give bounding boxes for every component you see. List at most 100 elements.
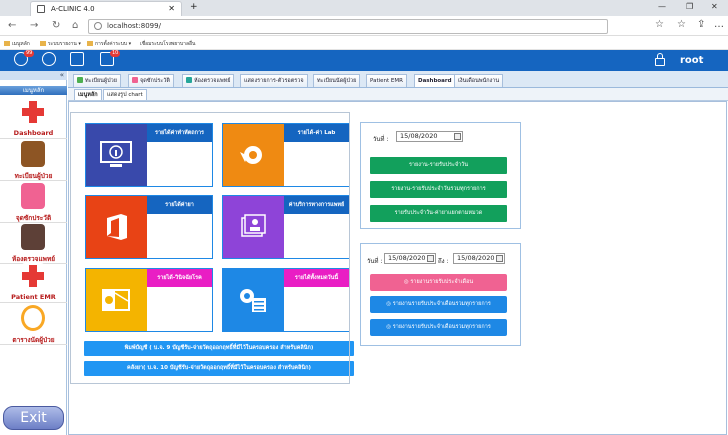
subtab-chart[interactable]: แสดงรูป chart — [103, 89, 147, 100]
nurse-icon — [132, 77, 138, 83]
exit-button[interactable]: Exit — [3, 406, 64, 430]
broadcast-icon[interactable] — [42, 52, 56, 66]
income-card[interactable]: รายได้ค่ายา — [85, 195, 213, 259]
income-card[interactable]: รายได้ทั้งหมดวันนี้ — [222, 268, 350, 332]
sidebar-item-label: ทะเบียนผู้ป่วย — [14, 172, 53, 180]
tab-patient-emr[interactable]: Patient EMR — [366, 74, 407, 87]
sidebar-item-dashboard[interactable]: Dashboard — [0, 97, 67, 139]
date-from-input[interactable]: 15/08/2020 — [384, 253, 436, 264]
tab-dashboard[interactable]: Dashboard — [414, 74, 456, 87]
url-text: localhost:8099/ — [107, 22, 161, 30]
calendar-icon[interactable] — [454, 133, 461, 140]
tab-doctor-room[interactable]: ห้องตรวจแพทย์ — [182, 74, 235, 87]
tab-title: A-CLINIC 4.0 — [51, 5, 95, 13]
avast-icon — [223, 124, 284, 186]
card-title: รายได้-วินิจฉัยโรค — [147, 269, 212, 287]
income-card[interactable]: รายได้-วินิจฉัยโรค — [85, 268, 213, 332]
sidebar-item-doctor-room[interactable]: ห้องตรวจแพทย์ — [0, 222, 67, 264]
sidebar-menu-title: เมนูหลัก — [0, 86, 67, 95]
monthly-income-all-report-button-2[interactable]: ◎ รายงานรายรับประจำเดือนรวมทุกรายการ — [370, 319, 507, 336]
date-to-label: ถึง : — [438, 258, 449, 265]
folder-icon — [4, 41, 10, 46]
sidebar-top: « — [0, 71, 67, 80]
mail-badge: 10 — [110, 50, 121, 57]
income-card[interactable]: รายได้-ค่า Lab — [222, 123, 350, 187]
favorites-icon[interactable]: ☆ — [677, 19, 686, 30]
maximize-icon[interactable]: ❐ — [686, 2, 693, 11]
register-icon — [77, 77, 83, 83]
contacts-icon — [223, 196, 284, 258]
card-title: รายได้ค่ายา — [147, 196, 212, 214]
doctor-icon — [186, 77, 192, 83]
calendar-icon[interactable] — [496, 255, 503, 262]
folder-icon — [87, 41, 93, 46]
office-icon — [86, 196, 147, 258]
page-icon — [37, 5, 45, 13]
outlook-icon — [86, 269, 147, 331]
share-icon[interactable]: ⇪ — [697, 19, 705, 30]
favorite-star-icon[interactable]: ☆ — [655, 19, 664, 30]
date-to-input[interactable]: 15/08/2020 — [453, 253, 505, 264]
back-icon[interactable]: ← — [8, 20, 16, 31]
id-card-icon[interactable] — [70, 52, 84, 66]
calendar-icon[interactable] — [427, 255, 434, 262]
bookmark-item[interactable]: เชื่อมระบบโรงพยาบาลอื่น — [140, 40, 195, 48]
settings-list-icon — [223, 269, 284, 331]
date-from-label: วันที่ : — [367, 258, 383, 265]
income-card[interactable]: ค่าบริการทางการแพทย์ — [222, 195, 350, 259]
subtab-main-menu[interactable]: เมนูหลัก — [74, 89, 102, 100]
forward-icon[interactable]: → — [30, 20, 38, 31]
more-icon[interactable]: … — [714, 19, 724, 30]
physician-icon — [21, 224, 45, 250]
info-monitor-icon — [86, 124, 147, 186]
card-title: รายได้ค่าทำหัตถการ — [147, 124, 212, 142]
daily-date-input[interactable]: 15/08/2020 — [396, 131, 463, 142]
sidebar-item-label: Patient EMR — [11, 293, 56, 301]
medical-cross-icon — [21, 99, 45, 125]
sidebar-item-patient-emr[interactable]: Patient EMR — [0, 261, 67, 303]
print-bj9-button[interactable]: พิมพ์บัญชี ( บ.จ. 9 บัญชีรับ-จ่ายวัตถุออ… — [84, 341, 354, 356]
close-window-icon[interactable]: ✕ — [711, 2, 718, 11]
income-card[interactable]: รายได้ค่าทำหัตถการ — [85, 123, 213, 187]
daily-drug-category-report-button[interactable]: รายรับประจำวัน-ค่ายาแยกตามหมวด — [370, 205, 507, 222]
tab-history[interactable]: จุดซักประวัติ — [128, 74, 174, 87]
sidebar-item-appointments[interactable]: ตารางนัดผู้ป่วย — [0, 303, 67, 345]
lock-icon[interactable] — [655, 53, 665, 66]
sub-tabs — [68, 88, 728, 101]
refresh-icon[interactable]: ↻ — [52, 20, 60, 31]
tab-waiting-list[interactable]: แสดงรายการ-ตัวรอตรวจ — [240, 74, 308, 87]
sidebar-item-patient-register[interactable]: ทะเบียนผู้ป่วย — [0, 139, 67, 181]
daily-income-report-button[interactable]: รายงาน-รายรับประจำวัน — [370, 157, 507, 174]
bj10-stock-button[interactable]: คลังยา( บ.จ. 10 บัญชีรับ-จ่ายวัตถุออกฤทธ… — [84, 361, 354, 376]
tab-salary[interactable]: เงินเดือนพนักงาน — [454, 74, 504, 87]
nurse-icon — [21, 183, 45, 209]
folder-icon — [40, 41, 46, 46]
sidebar-item-label: ตารางนัดผู้ป่วย — [12, 336, 55, 344]
card-title: ค่าบริการทางการแพทย์ — [284, 196, 349, 214]
tab-patient-register[interactable]: ทะเบียนผู้ป่วย — [73, 74, 121, 87]
username[interactable]: root — [680, 55, 703, 66]
notification-badge: 99 — [24, 50, 35, 57]
minimize-icon[interactable]: — — [658, 2, 666, 11]
clock-icon — [21, 305, 45, 331]
monthly-income-all-report-button[interactable]: ◎ รายงานรายรับประจำเดือนรวมทุกรายการ — [370, 296, 507, 313]
browser-tab[interactable]: A-CLINIC 4.0 ✕ — [30, 1, 182, 16]
date-label: วันที่ : — [373, 136, 389, 143]
close-tab-icon[interactable]: ✕ — [168, 4, 175, 13]
url-bar[interactable]: localhost:8099/ — [88, 19, 608, 34]
home-icon[interactable]: ⌂ — [72, 20, 78, 31]
bookmark-item[interactable]: ระบบรายงาน ▾ — [40, 40, 81, 48]
card-title: รายได้ทั้งหมดวันนี้ — [284, 269, 349, 287]
bookmark-item[interactable]: การตั้งค่าระบบ ▾ — [87, 40, 131, 48]
daily-income-all-report-button[interactable]: รายงาน-รายรับประจำวันรวมทุกรายการ — [370, 181, 507, 198]
card-title: รายได้-ค่า Lab — [284, 124, 349, 142]
new-tab-icon[interactable]: + — [190, 2, 198, 12]
bookmark-item[interactable]: เมนูหลัก — [4, 40, 30, 48]
sidebar-item-label: Dashboard — [13, 129, 54, 137]
tab-appointments[interactable]: ทะเบียนนัดผู้ป่วย — [313, 74, 361, 87]
monthly-income-report-button[interactable]: ◎ รายงานรายรับประจำเดือน — [370, 274, 507, 291]
sidebar-item-history[interactable]: จุดซักประวัติ — [0, 181, 67, 223]
collapse-icon[interactable]: « — [60, 71, 64, 79]
bookmarks-bar: เมนูหลัก ระบบรายงาน ▾ การตั้งค่าระบบ ▾ เ… — [0, 37, 728, 50]
emr-icon — [21, 263, 45, 289]
